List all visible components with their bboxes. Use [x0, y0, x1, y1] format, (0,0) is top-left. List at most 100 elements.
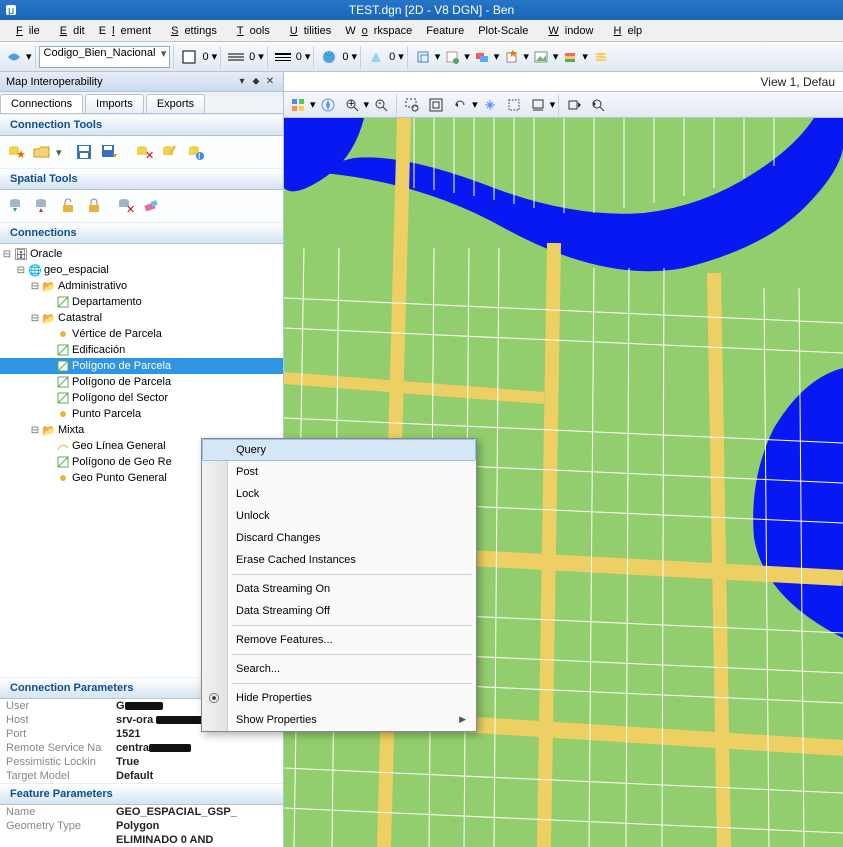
overlay-icon[interactable] — [471, 46, 493, 68]
tab-imports[interactable]: Imports — [85, 94, 144, 113]
close-icon[interactable]: ✕ — [263, 76, 277, 87]
menu-window[interactable]: Window — [536, 23, 599, 39]
pin-icon[interactable]: ⬥ — [249, 76, 263, 87]
menu-edit[interactable]: Edit — [48, 23, 91, 39]
zoom-out-icon[interactable]: - — [370, 94, 392, 116]
ctx-post[interactable]: Post — [202, 461, 476, 483]
db-delete-icon[interactable]: ✕ — [114, 194, 138, 218]
db-up-icon[interactable] — [30, 194, 54, 218]
globe-icon[interactable] — [318, 46, 340, 68]
dropdown-caret-icon[interactable]: ▾ — [56, 146, 62, 159]
tree-item[interactable]: Vértice de Parcela — [0, 326, 283, 342]
db-down-icon[interactable] — [4, 194, 28, 218]
folder-open-icon[interactable] — [30, 140, 54, 164]
ctx-show-props[interactable]: Show Properties▶ — [202, 709, 476, 731]
ctx-unlock[interactable]: Unlock — [202, 505, 476, 527]
zoom-in-icon[interactable]: + — [341, 94, 363, 116]
tree-db[interactable]: ⊟🌐geo_espacial — [0, 262, 283, 278]
transparency-value[interactable]: 0 — [389, 51, 395, 63]
db-edit-icon[interactable] — [158, 140, 182, 164]
transparency-icon[interactable] — [365, 46, 387, 68]
lineweight-value[interactable]: 0 — [296, 51, 302, 63]
tree-catastral[interactable]: ⊟📂Catastral — [0, 310, 283, 326]
tree-item[interactable]: Polígono de Parcela — [0, 374, 283, 390]
dropdown-caret-icon[interactable]: ▾ — [26, 50, 32, 63]
ctx-remove-feat[interactable]: Remove Features... — [202, 629, 476, 651]
fill-none-icon[interactable] — [178, 46, 200, 68]
box-icon[interactable] — [412, 46, 434, 68]
books-icon[interactable] — [589, 46, 611, 68]
rotate-icon[interactable] — [449, 94, 471, 116]
zoom-prev-icon[interactable] — [587, 94, 609, 116]
tree-item-selected[interactable]: Polígono de Parcela — [0, 358, 283, 374]
tree-item[interactable]: Polígono del Sector — [0, 390, 283, 406]
dropdown-caret-icon[interactable]: ▾ — [582, 50, 588, 63]
dropdown-caret-icon[interactable]: ▾ — [352, 50, 358, 63]
zoom-window-icon[interactable] — [401, 94, 423, 116]
ctx-hide-props[interactable]: Hide Properties — [202, 687, 476, 709]
lineweight-icon[interactable] — [272, 46, 294, 68]
tree-item[interactable]: Departamento — [0, 294, 283, 310]
tab-exports[interactable]: Exports — [146, 94, 205, 113]
picture-icon[interactable] — [530, 46, 552, 68]
compass-icon[interactable] — [317, 94, 339, 116]
tree-mixta[interactable]: ⊟📂Mixta — [0, 422, 283, 438]
tree-item[interactable]: Punto Parcela — [0, 406, 283, 422]
ctx-stream-on[interactable]: Data Streaming On — [202, 578, 476, 600]
menu-workspace[interactable]: Workspace — [339, 23, 418, 39]
tab-connections[interactable]: Connections — [0, 94, 83, 113]
ctx-search[interactable]: Search... — [202, 658, 476, 680]
menu-element[interactable]: Element — [93, 23, 157, 39]
linestyle-value[interactable]: 0 — [249, 51, 255, 63]
db-remove-icon[interactable]: ✕ — [132, 140, 156, 164]
lock-closed-icon[interactable] — [82, 194, 106, 218]
view-title: View 1, Defau — [284, 72, 843, 92]
ctx-discard[interactable]: Discard Changes — [202, 527, 476, 549]
prev-view-icon[interactable] — [563, 94, 585, 116]
rect-icon[interactable] — [441, 46, 463, 68]
tree-root-oracle[interactable]: ⊟🗄Oracle — [0, 246, 283, 262]
menu-file[interactable]: File — [4, 23, 46, 39]
dropdown-caret-icon[interactable]: ▾ — [258, 50, 264, 63]
lock-open-icon[interactable] — [56, 194, 80, 218]
level-value[interactable]: 0 — [342, 51, 348, 63]
menu-plotscale[interactable]: Plot-Scale — [472, 23, 534, 39]
tree-item[interactable]: Edificación — [0, 342, 283, 358]
save-icon[interactable] — [72, 140, 96, 164]
pan-icon[interactable] — [479, 94, 501, 116]
dropdown-caret-icon[interactable]: ▾ — [398, 50, 404, 63]
ctx-query[interactable]: Query — [202, 439, 476, 461]
dropdown-caret-icon[interactable]: ▾ — [553, 50, 559, 63]
ctx-lock[interactable]: Lock — [202, 483, 476, 505]
stack-icon[interactable] — [559, 46, 581, 68]
select-rect-icon[interactable] — [503, 94, 525, 116]
ctx-erase[interactable]: Erase Cached Instances — [202, 549, 476, 571]
dropdown-caret-icon[interactable]: ▾ — [523, 50, 529, 63]
attribute-selector[interactable]: Codigo_Bien_Nacional — [39, 46, 171, 68]
menu-settings[interactable]: Settings — [159, 23, 223, 39]
linestyle-icon[interactable] — [225, 46, 247, 68]
panel-menu-icon[interactable]: ▾ — [235, 76, 249, 87]
clip-icon[interactable] — [527, 94, 549, 116]
menu-utilities[interactable]: Utilities — [278, 23, 337, 39]
tree-admin[interactable]: ⊟📂Administrativo — [0, 278, 283, 294]
view-attrs-icon[interactable] — [287, 94, 309, 116]
menu-feature[interactable]: Feature — [420, 23, 470, 39]
ctx-stream-off[interactable]: Data Streaming Off — [202, 600, 476, 622]
menu-tools[interactable]: Tools — [225, 23, 276, 39]
dropdown-caret-icon[interactable]: ▾ — [305, 50, 311, 63]
star-overlay-icon[interactable]: ★ — [500, 46, 522, 68]
db-add-icon[interactable]: ★ — [4, 140, 28, 164]
eraser-icon[interactable] — [140, 194, 164, 218]
db-info-icon[interactable]: i — [184, 140, 208, 164]
tool-icon[interactable] — [3, 46, 25, 68]
fit-view-icon[interactable] — [425, 94, 447, 116]
menu-help[interactable]: Help — [602, 23, 649, 39]
dropdown-caret-icon[interactable]: ▾ — [494, 50, 500, 63]
save-as-icon[interactable] — [98, 140, 122, 164]
dropdown-caret-icon[interactable]: ▾ — [435, 50, 441, 63]
dropdown-caret-icon[interactable]: ▾ — [212, 50, 218, 63]
fill-value[interactable]: 0 — [202, 51, 208, 63]
dropdown-caret-icon[interactable]: ▾ — [464, 50, 470, 63]
panel-title-bar[interactable]: Map Interoperability ▾ ⬥ ✕ — [0, 72, 283, 92]
